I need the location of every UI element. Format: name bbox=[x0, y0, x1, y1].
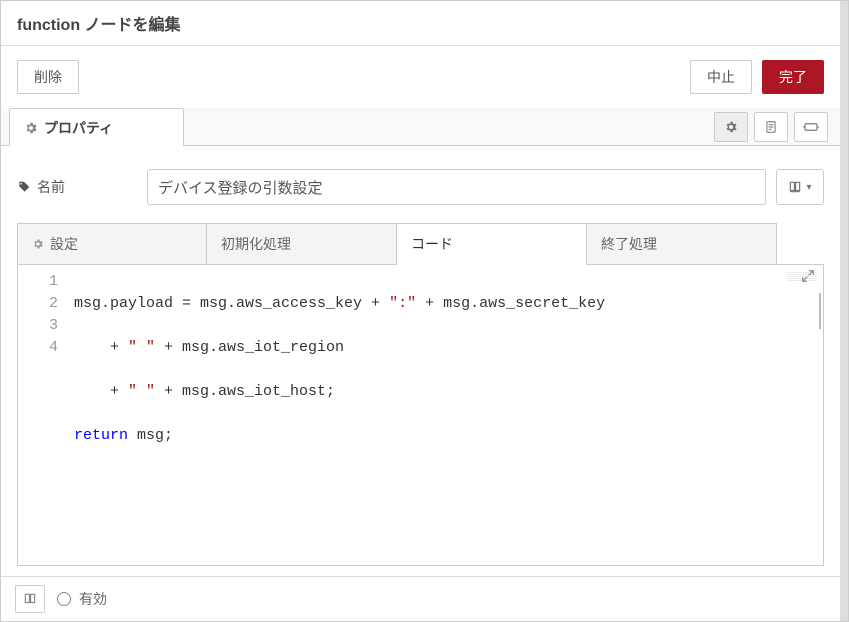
name-row: 名前 ▾ bbox=[17, 169, 824, 205]
tab-code[interactable]: コード bbox=[397, 223, 587, 264]
tab-setup-label: 設定 bbox=[50, 234, 78, 254]
toggle-indicator-icon bbox=[57, 592, 71, 606]
node-description-button[interactable] bbox=[754, 112, 788, 142]
dialog-title: function ノードを編集 bbox=[17, 17, 181, 34]
tab-close-label: 終了処理 bbox=[601, 234, 657, 254]
dialog-actions: 削除 中止 完了 bbox=[1, 46, 840, 108]
dialog-footer: 有効 bbox=[1, 576, 840, 621]
node-appearance-button[interactable] bbox=[794, 112, 828, 142]
line-number: 2 bbox=[18, 293, 58, 315]
tag-icon bbox=[17, 180, 31, 194]
tab-setup[interactable]: 設定 bbox=[17, 223, 207, 264]
library-footer-button[interactable] bbox=[15, 585, 45, 613]
appearance-icon bbox=[803, 120, 819, 134]
code-content[interactable]: msg.payload = msg.aws_access_key + ":" +… bbox=[68, 265, 605, 565]
book-icon bbox=[23, 592, 37, 606]
document-icon bbox=[764, 120, 778, 134]
expand-editor-button[interactable] bbox=[801, 269, 819, 287]
line-number: 1 bbox=[18, 271, 58, 293]
tab-init[interactable]: 初期化処理 bbox=[207, 223, 397, 264]
name-label: 名前 bbox=[17, 177, 137, 197]
done-button[interactable]: 完了 bbox=[762, 60, 824, 94]
enabled-label: 有効 bbox=[79, 589, 107, 609]
name-input[interactable] bbox=[147, 169, 766, 205]
tab-code-label: コード bbox=[411, 234, 453, 254]
delete-button[interactable]: 削除 bbox=[17, 60, 79, 94]
cancel-button[interactable]: 中止 bbox=[690, 60, 752, 94]
book-icon bbox=[788, 180, 802, 194]
code-editor[interactable]: 1 2 3 4 msg.payload = msg.aws_access_key… bbox=[17, 265, 824, 566]
line-number: 4 bbox=[18, 337, 58, 359]
code-gutter: 1 2 3 4 bbox=[18, 265, 68, 565]
enabled-toggle[interactable]: 有効 bbox=[57, 589, 107, 609]
caret-down-icon: ▾ bbox=[806, 182, 811, 193]
tab-properties[interactable]: プロパティ bbox=[9, 108, 184, 146]
function-tabs: 設定 初期化処理 コード 終了処理 bbox=[17, 223, 824, 265]
tab-close[interactable]: 終了処理 bbox=[587, 223, 777, 264]
dialog-tabs: プロパティ bbox=[1, 108, 840, 146]
dialog-body: 名前 ▾ 設定 初期化処理 コード bbox=[1, 146, 840, 576]
tab-init-label: 初期化処理 bbox=[221, 234, 291, 254]
dialog-header: function ノードを編集 bbox=[1, 1, 840, 46]
gear-icon bbox=[32, 238, 44, 250]
gear-icon bbox=[724, 120, 738, 134]
library-button[interactable]: ▾ bbox=[776, 169, 824, 205]
gear-icon bbox=[24, 121, 38, 135]
node-settings-button[interactable] bbox=[714, 112, 748, 142]
editor-scrollbar[interactable] bbox=[819, 293, 821, 329]
tab-properties-label: プロパティ bbox=[44, 118, 113, 138]
name-label-text: 名前 bbox=[37, 177, 65, 197]
line-number: 3 bbox=[18, 315, 58, 337]
